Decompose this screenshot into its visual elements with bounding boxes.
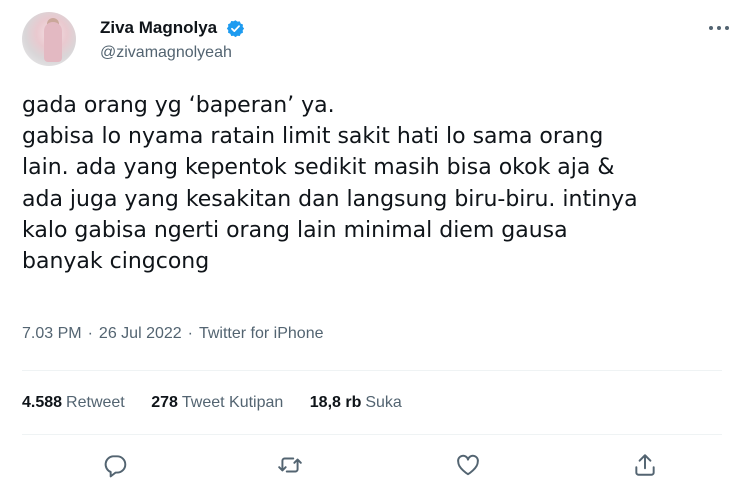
- meta-separator: ·: [87, 325, 93, 342]
- like-icon[interactable]: [455, 452, 481, 478]
- like-count-label: Suka: [365, 394, 402, 411]
- retweet-count-label: Retweet: [66, 394, 125, 411]
- quote-count-value: 278: [151, 394, 178, 411]
- author-display-name[interactable]: Ziva Magnolya: [100, 18, 217, 38]
- retweet-count[interactable]: 4.588 Retweet: [22, 394, 125, 412]
- tweet-text-line: ada juga yang kesakitan dan langsung bir…: [22, 186, 638, 212]
- avatar-figure: [44, 22, 62, 62]
- tweet-actions: [22, 448, 722, 482]
- tweet-text-line: gada orang yg ‘baperan’ ya.: [22, 93, 335, 118]
- quote-count[interactable]: 278 Tweet Kutipan: [151, 394, 283, 412]
- author-names: Ziva Magnolya @zivamagnolyeah: [100, 18, 245, 62]
- tweet-time[interactable]: 7.03 PM: [22, 325, 82, 343]
- meta-separator: ·: [187, 325, 193, 342]
- tweet-source[interactable]: Twitter for iPhone: [199, 325, 324, 343]
- retweet-count-value: 4.588: [22, 394, 63, 411]
- tweet-text-line: kalo gabisa ngerti orang lain minimal di…: [22, 217, 568, 243]
- reply-icon[interactable]: [102, 452, 128, 478]
- tweet-text-line: gabisa lo nyama ratain limit sakit hati …: [22, 124, 604, 150]
- author-handle[interactable]: @zivamagnolyeah: [100, 44, 245, 62]
- quote-count-label: Tweet Kutipan: [181, 394, 284, 411]
- retweet-icon[interactable]: [277, 452, 303, 478]
- like-count-value: 18,8 rb: [309, 394, 362, 411]
- divider: [22, 370, 722, 371]
- tweet-text: gada orang yg ‘baperan’ ya. gabisa lo ny…: [22, 90, 722, 277]
- like-count[interactable]: 18,8 rb Suka: [310, 394, 402, 412]
- tweet-stats: 4.588 Retweet 278 Tweet Kutipan 18,8 rb Suk…: [22, 394, 424, 412]
- verified-badge-icon: [226, 19, 244, 37]
- share-icon[interactable]: [632, 452, 658, 478]
- tweet-meta: 7.03 PM · 26 Jul 2022 · Twitter for iPhone: [22, 325, 323, 343]
- tweet-text-line: lain. ada yang kepentok sedikit masih bi…: [22, 155, 615, 181]
- tweet-text-line: banyak cingcong: [22, 249, 210, 275]
- tweet-date[interactable]: 26 Jul 2022: [99, 325, 182, 343]
- avatar[interactable]: [22, 12, 76, 66]
- divider: [22, 434, 722, 435]
- more-options-icon[interactable]: [708, 22, 730, 34]
- tweet-header: Ziva Magnolya @zivamagnolyeah: [22, 12, 732, 74]
